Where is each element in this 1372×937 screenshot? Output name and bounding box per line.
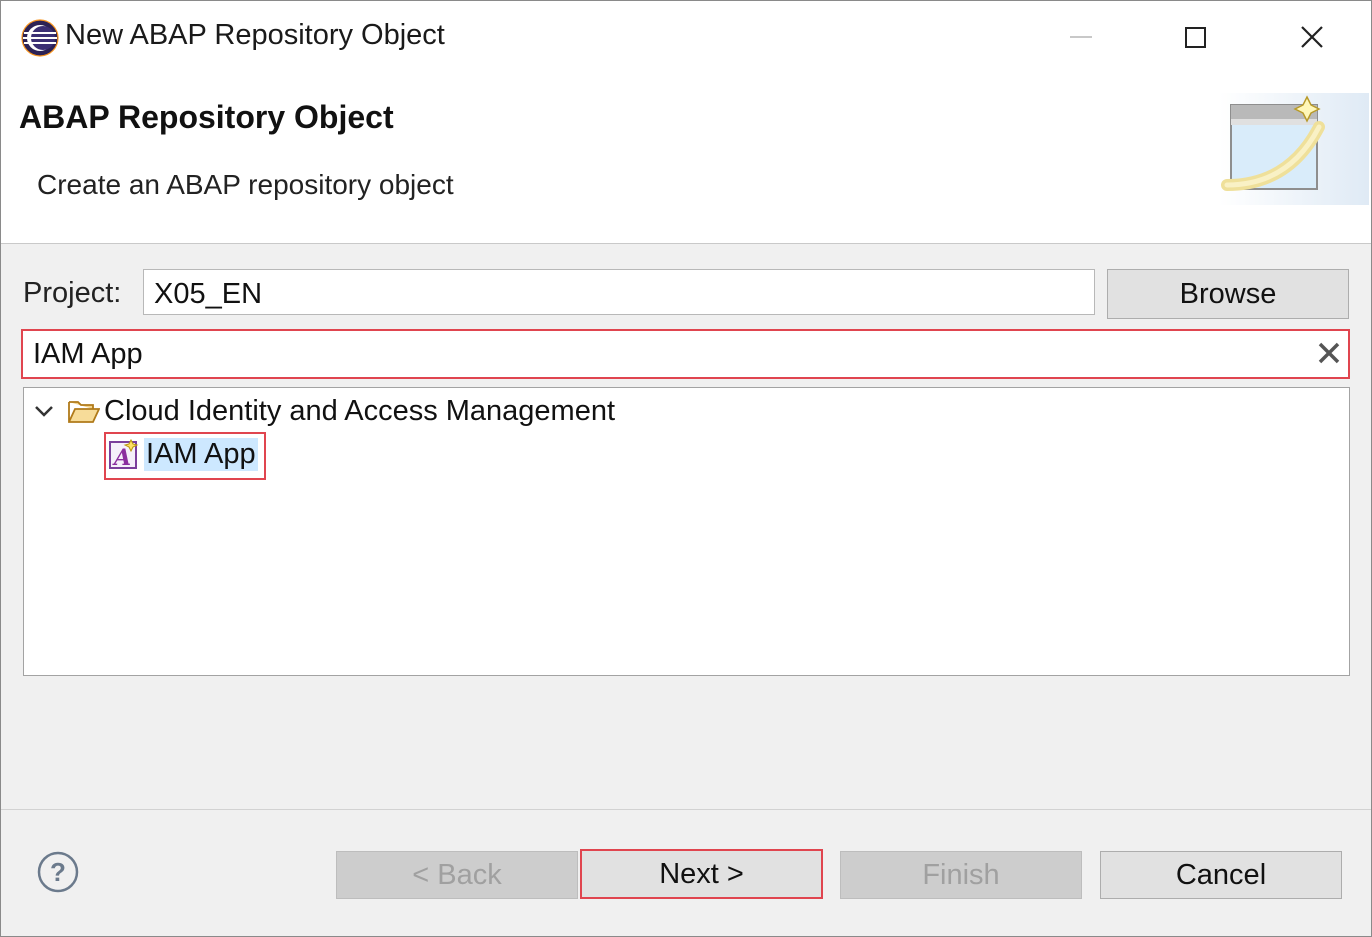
minimize-button[interactable] [1051,15,1111,59]
next-button[interactable]: Next > [580,849,823,899]
tree-folder-label[interactable]: Cloud Identity and Access Management [104,395,615,428]
eclipse-icon [21,19,59,57]
close-icon [1301,26,1323,48]
chevron-down-icon[interactable] [33,402,55,420]
new-object-wizard-icon [1219,93,1369,205]
maximize-button[interactable] [1165,15,1225,59]
browse-button[interactable]: Browse [1107,269,1349,319]
maximize-icon [1184,26,1206,48]
filter-input[interactable]: IAM App [33,338,143,371]
wizard-header: ABAP Repository Object Create an ABAP re… [1,77,1371,244]
page-title: ABAP Repository Object [19,99,394,135]
page-description: Create an ABAP repository object [37,169,454,200]
dialog-window: New ABAP Repository Object ABAP Reposito… [0,0,1372,937]
footer-divider [1,809,1371,810]
object-type-tree[interactable]: Cloud Identity and Access Management A I… [23,387,1350,676]
finish-button[interactable]: Finish [840,851,1082,899]
project-label: Project: [23,277,122,309]
clear-x-icon[interactable] [1316,340,1342,366]
close-button[interactable] [1282,15,1342,59]
title-bar[interactable]: New ABAP Repository Object [1,1,1371,77]
svg-text:?: ? [50,857,66,887]
iam-app-icon: A [109,439,139,469]
filter-field-highlight: IAM App [21,329,1350,379]
tree-item-iam-app[interactable]: A IAM App [104,432,266,480]
svg-text:A: A [112,445,131,469]
folder-open-icon [68,401,100,423]
window-title: New ABAP Repository Object [65,19,445,51]
tree-item-label: IAM App [144,438,258,471]
back-button[interactable]: < Back [336,851,578,899]
minimize-icon [1070,36,1092,38]
project-field[interactable]: X05_EN [143,269,1095,315]
help-icon[interactable]: ? [37,851,79,893]
cancel-button[interactable]: Cancel [1100,851,1342,899]
